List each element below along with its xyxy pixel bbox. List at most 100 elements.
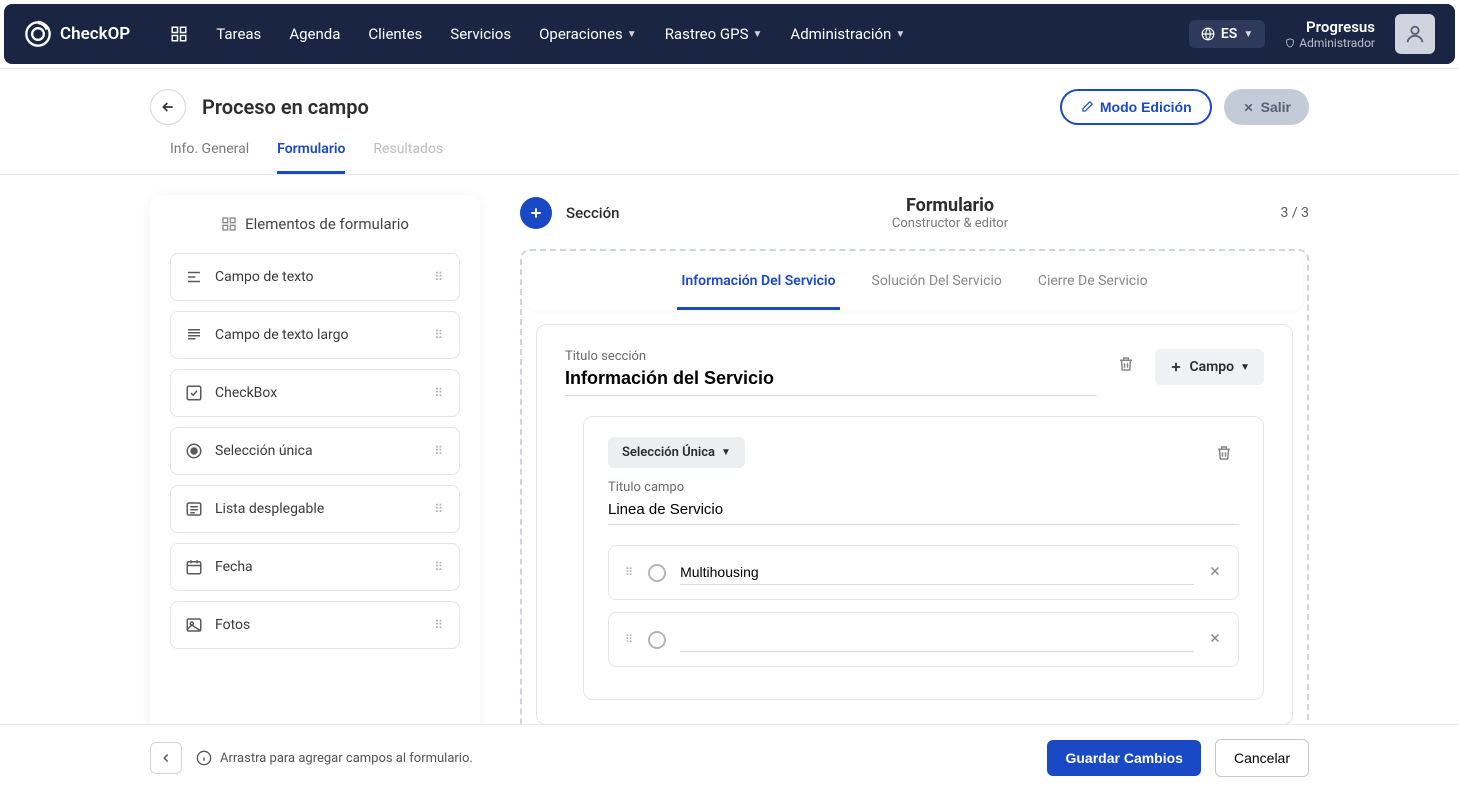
check-icon [185,384,203,402]
info-icon [196,750,212,766]
radio-indicator-icon [648,631,666,649]
drag-handle-icon: ⠿ [434,386,445,400]
page-tabs: Info. General Formulario Resultados [0,125,1459,175]
arrow-left-icon [160,99,176,115]
add-section-label: Sección [566,204,619,222]
form-elements-title: Elementos de formulario [170,215,460,233]
text-line-icon [185,268,203,286]
section-title-label: Titulo sección [565,349,1097,364]
caret-down-icon: ▼ [1243,29,1253,40]
drag-handle-icon: ⠿ [434,328,445,342]
drag-handle-icon[interactable]: ⠿ [625,633,634,646]
element-photos[interactable]: Fotos ⠿ [170,601,460,649]
list-icon [185,500,203,518]
delete-section-button[interactable] [1111,349,1141,379]
nav-servicios[interactable]: Servicios [450,25,511,43]
section-title-input[interactable] [565,368,1097,396]
chevron-left-icon [159,751,173,765]
section-tab-info[interactable]: Información Del Servicio [677,255,839,310]
plus-icon [1169,360,1183,374]
element-date[interactable]: Fecha ⠿ [170,543,460,591]
delete-option-button[interactable] [1208,629,1222,650]
user-icon [1404,23,1426,45]
brand-logo[interactable]: CheckOP [24,20,130,48]
plus-icon [528,205,544,221]
nav-dashboard-icon[interactable] [170,25,188,43]
caret-down-icon: ▼ [627,29,637,40]
calendar-icon [185,558,203,576]
drag-handle-icon: ⠿ [434,270,445,284]
section-counter: 3 / 3 [1281,205,1309,221]
option-input[interactable] [680,627,1194,652]
add-section-button[interactable] [520,197,552,229]
brand-name: CheckOP [60,24,130,44]
close-icon [1208,631,1222,645]
drag-handle-icon[interactable]: ⠿ [625,566,634,579]
section-tabs: Información Del Servicio Solución Del Se… [526,255,1303,310]
drag-handle-icon: ⠿ [434,618,445,632]
drag-handle-icon: ⠿ [434,560,445,574]
caret-down-icon: ▼ [721,447,731,458]
trash-icon [1117,355,1135,373]
radio-icon [185,442,203,460]
field-title-input[interactable] [608,501,1239,525]
image-icon [185,616,203,634]
nav-rastreo-gps[interactable]: Rastreo GPS▼ [665,25,763,43]
user-role: Administrador [1285,36,1375,50]
element-checkbox[interactable]: CheckBox ⠿ [170,369,460,417]
field-type-selector[interactable]: Selección Única ▼ [608,437,745,468]
form-builder: Sección Formulario Constructor & editor … [520,195,1309,745]
drag-handle-icon: ⠿ [434,502,445,516]
nav-operaciones[interactable]: Operaciones▼ [539,25,637,43]
cancel-button[interactable]: Cancelar [1215,739,1309,777]
nav-tareas[interactable]: Tareas [216,25,261,43]
nav-clientes[interactable]: Clientes [368,25,422,43]
text-multi-icon [185,326,203,344]
radio-indicator-icon [648,564,666,582]
user-name: Progresus [1285,18,1375,36]
top-navbar: CheckOP Tareas Agenda Clientes Servicios… [4,4,1455,64]
add-field-button[interactable]: Campo ▼ [1155,349,1264,385]
tab-formulario[interactable]: Formulario [277,141,345,174]
element-dropdown[interactable]: Lista desplegable ⠿ [170,485,460,533]
shield-icon [1285,38,1295,48]
section-card: Titulo sección Campo ▼ [536,324,1293,725]
nav-administracion[interactable]: Administración▼ [790,25,905,43]
delete-field-button[interactable] [1209,438,1239,468]
field-title-label: Titulo campo [608,480,1239,495]
page-title: Proceso en campo [202,95,1060,119]
tab-info-general[interactable]: Info. General [170,141,249,174]
trash-icon [1215,444,1233,462]
caret-down-icon: ▼ [1240,362,1250,373]
nav-links: Tareas Agenda Clientes Servicios Operaci… [170,25,1189,43]
grid-icon [221,216,237,232]
option-row: ⠿ [608,545,1239,600]
section-tab-solucion[interactable]: Solución Del Servicio [868,255,1006,310]
close-icon [1208,564,1222,578]
caret-down-icon: ▼ [753,29,763,40]
edit-mode-button[interactable]: Modo Edición [1060,89,1212,125]
option-row: ⠿ [608,612,1239,667]
footer-hint: Arrastra para agregar campos al formular… [220,751,473,766]
builder-subtitle: Constructor & editor [633,216,1266,231]
nav-agenda[interactable]: Agenda [289,25,340,43]
save-button[interactable]: Guardar Cambios [1047,740,1200,776]
footer-bar: Arrastra para agregar campos al formular… [0,724,1459,791]
form-elements-panel: Elementos de formulario Campo de texto ⠿… [150,195,480,745]
back-button[interactable] [150,89,186,125]
section-tab-cierre[interactable]: Cierre De Servicio [1034,255,1152,310]
element-radio[interactable]: Selección única ⠿ [170,427,460,475]
footer-back-button[interactable] [150,742,182,774]
exit-button[interactable]: Salir [1224,89,1309,125]
option-input[interactable] [680,560,1194,585]
builder-title: Formulario [633,195,1266,216]
language-selector[interactable]: ES ▼ [1189,20,1265,48]
pencil-icon [1080,100,1094,114]
close-icon [1242,101,1255,114]
caret-down-icon: ▼ [895,29,905,40]
element-textarea[interactable]: Campo de texto largo ⠿ [170,311,460,359]
avatar-button[interactable] [1395,14,1435,54]
drag-handle-icon: ⠿ [434,444,445,458]
element-text-field[interactable]: Campo de texto ⠿ [170,253,460,301]
delete-option-button[interactable] [1208,562,1222,583]
